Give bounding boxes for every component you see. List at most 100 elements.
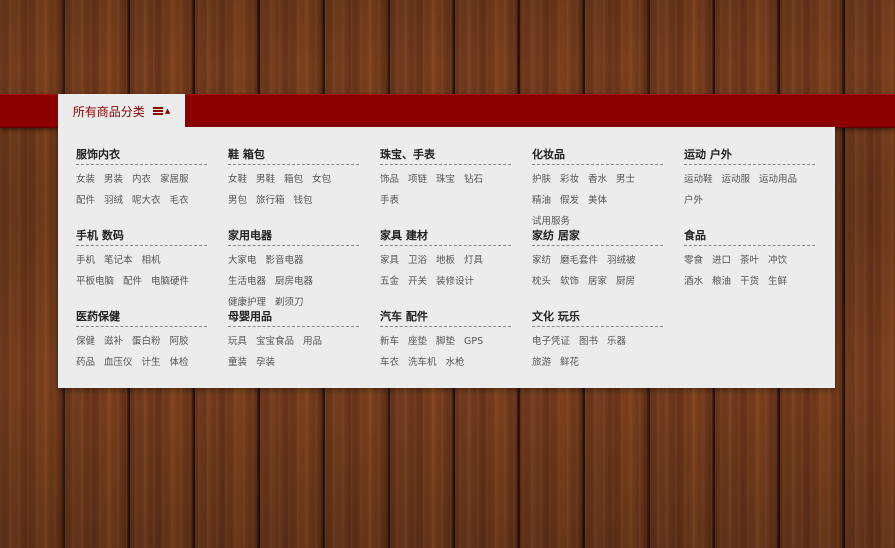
category-link[interactable]: 酒水 [684, 271, 703, 292]
category-link[interactable]: GPS [464, 331, 483, 352]
category-link[interactable]: 电脑硬件 [151, 271, 189, 292]
category-title[interactable]: 食品 [684, 228, 815, 246]
category-link[interactable]: 保健 [76, 331, 95, 352]
category-link[interactable]: 进口 [712, 250, 731, 271]
category-title[interactable]: 母婴用品 [228, 309, 359, 327]
category-link[interactable]: 旅行箱 [256, 190, 285, 211]
category-link[interactable]: 男士 [616, 169, 635, 190]
category-link[interactable]: 旅游 [532, 352, 551, 373]
category-link[interactable]: 毛衣 [170, 190, 189, 211]
category-link[interactable]: 钱包 [294, 190, 313, 211]
category-link[interactable]: 乐器 [607, 331, 626, 352]
category-link[interactable]: 配件 [123, 271, 142, 292]
category-title[interactable]: 化妆品 [532, 147, 663, 165]
category-link[interactable]: 厨房 [616, 271, 635, 292]
category-link[interactable]: 运动鞋 [684, 169, 713, 190]
category-link[interactable]: 箱包 [284, 169, 303, 190]
category-link[interactable]: 女装 [76, 169, 95, 190]
category-link[interactable]: 洗车机 [408, 352, 437, 373]
category-link[interactable]: 滋补 [104, 331, 123, 352]
category-link[interactable]: 男鞋 [256, 169, 275, 190]
category-link[interactable]: 生鲜 [768, 271, 787, 292]
category-link[interactable]: 计生 [142, 352, 161, 373]
category-link[interactable]: 厨房电器 [275, 271, 313, 292]
category-link[interactable]: 灯具 [464, 250, 483, 271]
category-link[interactable]: 珠宝 [436, 169, 455, 190]
category-link[interactable]: 零食 [684, 250, 703, 271]
category-link[interactable]: 运动服 [722, 169, 751, 190]
category-title[interactable]: 鞋 箱包 [228, 147, 359, 165]
category-link[interactable]: 水枪 [446, 352, 465, 373]
category-link[interactable]: 平板电脑 [76, 271, 114, 292]
category-link[interactable]: 宝宝食品 [256, 331, 294, 352]
category-link[interactable]: 体检 [170, 352, 189, 373]
category-title[interactable]: 手机 数码 [76, 228, 207, 246]
category-link[interactable]: 开关 [408, 271, 427, 292]
category-link[interactable]: 枕头 [532, 271, 551, 292]
category-link[interactable]: 干货 [740, 271, 759, 292]
category-link[interactable]: 相机 [142, 250, 161, 271]
category-link[interactable]: 鲜花 [560, 352, 579, 373]
category-link[interactable]: 血压仪 [104, 352, 133, 373]
category-title[interactable]: 珠宝、手表 [380, 147, 511, 165]
category-link[interactable]: 茶叶 [740, 250, 759, 271]
category-link[interactable]: 新车 [380, 331, 399, 352]
category-link[interactable]: 男包 [228, 190, 247, 211]
category-title[interactable]: 汽车 配件 [380, 309, 511, 327]
category-link[interactable]: 大家电 [228, 250, 257, 271]
category-link[interactable]: 影音电器 [266, 250, 304, 271]
category-link[interactable]: 座垫 [408, 331, 427, 352]
category-link[interactable]: 药品 [76, 352, 95, 373]
category-link[interactable]: 玩具 [228, 331, 247, 352]
category-link[interactable]: 软饰 [560, 271, 579, 292]
category-title[interactable]: 家具 建材 [380, 228, 511, 246]
category-link[interactable]: 卫浴 [408, 250, 427, 271]
category-link[interactable]: 磨毛套件 [560, 250, 598, 271]
category-link[interactable]: 家居服 [160, 169, 189, 190]
category-title[interactable]: 运动 户外 [684, 147, 815, 165]
category-link[interactable]: 笔记本 [104, 250, 133, 271]
category-link[interactable]: 男装 [104, 169, 123, 190]
category-link[interactable]: 装修设计 [436, 271, 474, 292]
category-link[interactable]: 护肤 [532, 169, 551, 190]
category-link[interactable]: 冲饮 [768, 250, 787, 271]
category-link[interactable]: 用品 [303, 331, 322, 352]
category-link[interactable]: 童装 [228, 352, 247, 373]
category-title[interactable]: 医药保健 [76, 309, 207, 327]
category-link[interactable]: 地板 [436, 250, 455, 271]
category-link[interactable]: 假发 [560, 190, 579, 211]
category-link[interactable]: 阿胶 [170, 331, 189, 352]
category-link[interactable]: 配件 [76, 190, 95, 211]
category-link[interactable]: 图书 [579, 331, 598, 352]
category-link[interactable]: 香水 [588, 169, 607, 190]
category-link[interactable]: 孕装 [256, 352, 275, 373]
category-link[interactable]: 五金 [380, 271, 399, 292]
category-title[interactable]: 家用电器 [228, 228, 359, 246]
category-link[interactable]: 彩妆 [560, 169, 579, 190]
category-link[interactable]: 居家 [588, 271, 607, 292]
category-link[interactable]: 车衣 [380, 352, 399, 373]
category-link[interactable]: 户外 [684, 190, 703, 211]
category-link[interactable]: 美体 [588, 190, 607, 211]
category-link[interactable]: 女鞋 [228, 169, 247, 190]
category-link[interactable]: 蛋白粉 [132, 331, 161, 352]
category-link[interactable]: 运动用品 [759, 169, 797, 190]
category-link[interactable]: 精油 [532, 190, 551, 211]
category-link[interactable]: 粮油 [712, 271, 731, 292]
category-link[interactable]: 女包 [312, 169, 331, 190]
category-link[interactable]: 内衣 [132, 169, 151, 190]
category-link[interactable]: 手表 [380, 190, 399, 211]
category-link[interactable]: 手机 [76, 250, 95, 271]
category-link[interactable]: 家纺 [532, 250, 551, 271]
category-link[interactable]: 家具 [380, 250, 399, 271]
category-link[interactable]: 电子凭证 [532, 331, 570, 352]
category-link[interactable]: 呢大衣 [132, 190, 161, 211]
category-title[interactable]: 家纺 居家 [532, 228, 663, 246]
category-link[interactable]: 钻石 [464, 169, 483, 190]
category-link[interactable]: 脚垫 [436, 331, 455, 352]
all-categories-button[interactable]: 所有商品分类 ▲ [58, 94, 185, 128]
category-link[interactable]: 饰品 [380, 169, 399, 190]
category-link[interactable]: 羽绒 [104, 190, 123, 211]
category-link[interactable]: 生活电器 [228, 271, 266, 292]
category-title[interactable]: 文化 玩乐 [532, 309, 663, 327]
